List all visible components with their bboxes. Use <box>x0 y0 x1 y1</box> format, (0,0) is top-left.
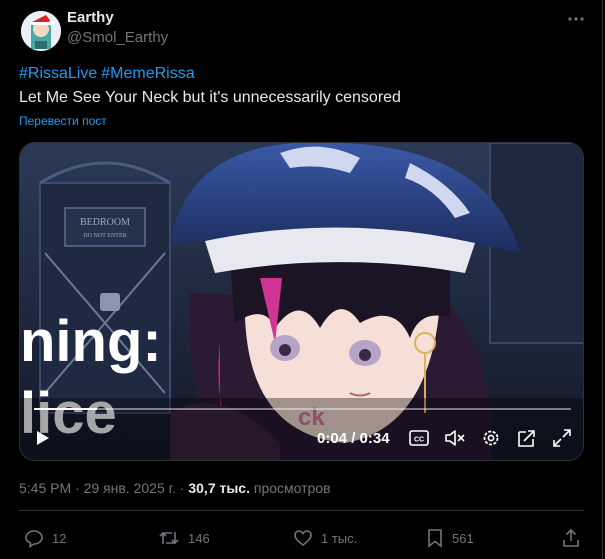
avatar[interactable] <box>21 11 61 51</box>
divider <box>19 510 584 511</box>
bookmark-count: 561 <box>452 530 474 546</box>
tweet-meta: 5:45 PM · 29 янв. 2025 г. · 30,7 тыс. пр… <box>19 480 331 496</box>
like-button[interactable]: 1 тыс. <box>293 528 357 548</box>
video-player[interactable]: BEDROOM DO NOT ENTER ning: 0:04 / 0:34 C… <box>19 142 584 461</box>
avatar-image <box>21 11 61 51</box>
meta-separator: · <box>75 480 80 496</box>
translate-link[interactable]: Перевести пост <box>19 114 107 128</box>
share-icon <box>563 528 579 547</box>
meta-separator: · <box>179 480 185 496</box>
views-count: 30,7 тыс. <box>188 480 250 496</box>
author-name[interactable]: Earthy <box>67 9 114 26</box>
repost-count: 146 <box>188 530 210 546</box>
repost-icon <box>159 531 179 545</box>
video-frame: BEDROOM DO NOT ENTER ning: <box>20 143 583 460</box>
muted-speaker-icon[interactable] <box>443 426 467 450</box>
play-icon[interactable] <box>30 426 54 450</box>
reply-count: 12 <box>52 530 67 546</box>
tweet-date[interactable]: 29 янв. 2025 г. <box>84 480 176 496</box>
reply-icon <box>25 530 43 548</box>
sign-subtext: DO NOT ENTER <box>83 233 126 239</box>
tweet-text: Let Me See Your Neck but it's unnecessar… <box>19 89 401 106</box>
progress-fill <box>34 408 98 410</box>
bookmark-icon <box>428 529 442 548</box>
heart-icon <box>294 530 312 547</box>
reply-button[interactable]: 12 <box>24 528 66 548</box>
tweet-time[interactable]: 5:45 PM <box>19 480 71 496</box>
bookmark-button[interactable]: 561 <box>426 528 474 548</box>
like-count: 1 тыс. <box>321 530 358 546</box>
popout-icon[interactable] <box>515 426 539 450</box>
hashtag-link[interactable]: #MemeRissa <box>101 65 194 82</box>
progress-bar[interactable] <box>34 408 571 410</box>
tweet-card: Earthy @Smol_Earthy #RissaLive #MemeRissa… <box>0 0 603 559</box>
repost-button[interactable]: 146 <box>158 528 210 548</box>
views-label: просмотров <box>253 480 331 496</box>
captions-icon[interactable]: CC <box>407 426 431 450</box>
share-button[interactable] <box>561 528 589 548</box>
sign-text: BEDROOM <box>80 217 130 228</box>
overlay-text: ning: <box>20 309 162 374</box>
hashtag-link[interactable]: #RissaLive <box>19 65 97 82</box>
gear-icon[interactable] <box>479 426 503 450</box>
hashtags: #RissaLive #MemeRissa <box>19 65 199 83</box>
more-dots-icon[interactable] <box>566 9 586 29</box>
author-handle[interactable]: @Smol_Earthy <box>67 29 168 46</box>
video-time: 0:04 / 0:34 <box>317 430 390 447</box>
fullscreen-icon[interactable] <box>550 426 574 450</box>
svg-text:CC: CC <box>414 437 424 444</box>
